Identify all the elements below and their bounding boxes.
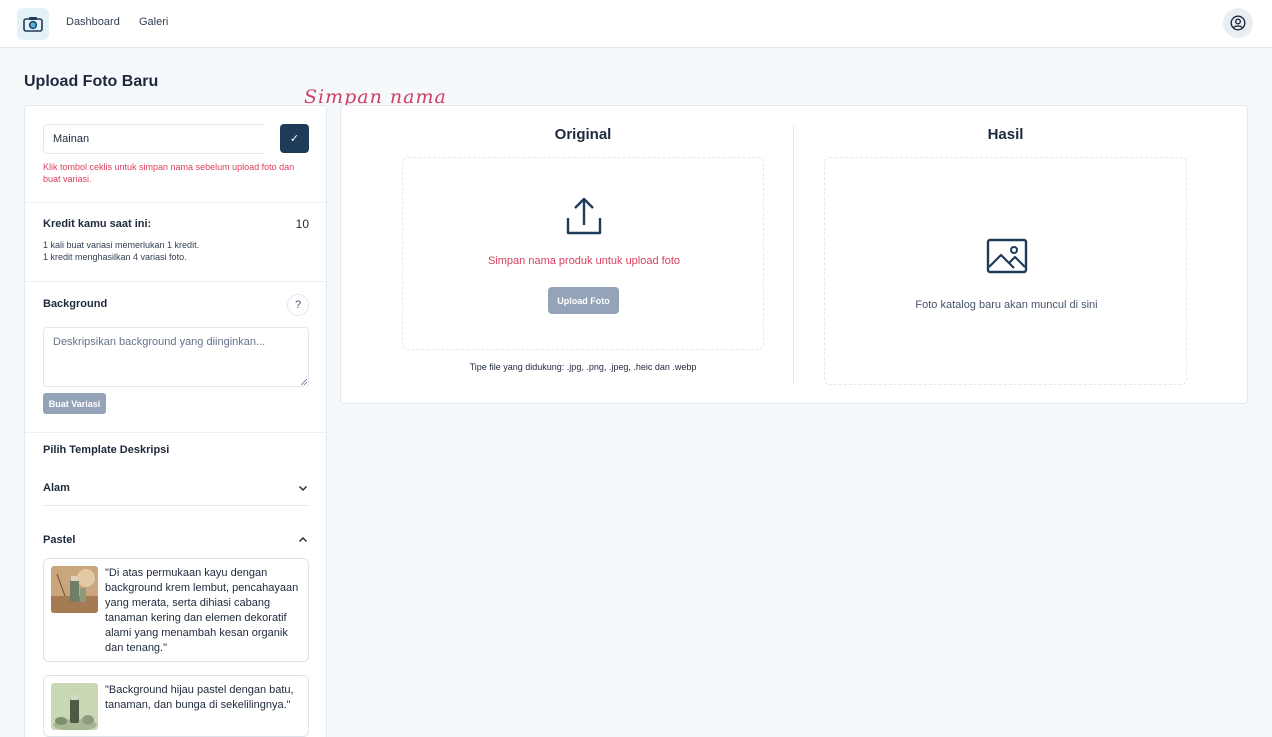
save-name-button[interactable]: ✓ bbox=[280, 124, 309, 153]
check-icon: ✓ bbox=[289, 133, 300, 145]
upload-panel: Original Hasil Simpan nama produk untuk … bbox=[340, 105, 1248, 404]
page-title: Upload Foto Baru bbox=[24, 73, 159, 90]
upload-message: Simpan nama produk untuk upload foto bbox=[487, 255, 681, 267]
template-thumbnail bbox=[51, 683, 98, 730]
result-message: Foto katalog baru akan muncul di sini bbox=[915, 299, 1098, 311]
credit-note-line: 1 kredit menghasilkan 4 variasi foto. bbox=[43, 252, 187, 262]
result-placeholder: Foto katalog baru akan muncul di sini bbox=[824, 157, 1187, 385]
image-icon bbox=[986, 238, 1028, 274]
supported-filetypes: Tipe file yang didukung: .jpg, .png, .jp… bbox=[469, 362, 697, 372]
accordion-label: Pastel bbox=[43, 534, 76, 546]
template-section-label: Pilih Template Deskripsi bbox=[43, 444, 170, 456]
template-description: "Di atas permukaan kayu dengan backgroun… bbox=[105, 567, 299, 654]
resize-grip-icon[interactable] bbox=[301, 379, 307, 385]
upload-dropzone[interactable]: Simpan nama produk untuk upload foto Upl… bbox=[402, 157, 764, 350]
help-icon[interactable]: ? bbox=[287, 294, 309, 316]
top-navbar: Dashboard Galeri bbox=[0, 0, 1272, 48]
user-circle-icon[interactable] bbox=[1223, 8, 1253, 38]
credit-value: 10 bbox=[295, 217, 309, 231]
credit-note-line: 1 kali buat variasi memerlukan 1 kredit. bbox=[43, 240, 200, 250]
create-variation-button[interactable]: Buat Variasi bbox=[43, 393, 106, 414]
result-title: Hasil bbox=[987, 126, 1024, 143]
credit-note: 1 kali buat variasi memerlukan 1 kredit.… bbox=[43, 239, 199, 263]
template-description: "Background hijau pastel dengan batu, ta… bbox=[105, 684, 294, 711]
left-panel: ✓ Klik tombol ceklis untuk simpan nama s… bbox=[24, 105, 327, 737]
background-label: Background bbox=[43, 298, 108, 310]
column-divider bbox=[793, 125, 794, 385]
product-name-section: ✓ Klik tombol ceklis untuk simpan nama s… bbox=[25, 106, 326, 203]
chevron-up-icon bbox=[299, 537, 307, 542]
nav-galeri[interactable]: Galeri bbox=[139, 16, 168, 28]
template-card[interactable]: "Di atas permukaan kayu dengan backgroun… bbox=[43, 558, 309, 662]
background-description-input[interactable] bbox=[43, 327, 309, 387]
accordion-alam[interactable]: Alam bbox=[43, 478, 309, 502]
accordion-label: Alam bbox=[43, 482, 70, 494]
upload-icon bbox=[566, 197, 602, 235]
divider bbox=[43, 505, 309, 506]
upload-photo-button[interactable]: Upload Foto bbox=[548, 287, 619, 314]
original-title: Original bbox=[554, 126, 612, 143]
product-name-input[interactable] bbox=[43, 124, 265, 154]
template-card[interactable]: "Background hijau pastel dengan batu, ta… bbox=[43, 675, 309, 737]
template-thumbnail bbox=[51, 566, 98, 613]
camera-icon[interactable] bbox=[17, 8, 49, 40]
nav-dashboard[interactable]: Dashboard bbox=[66, 16, 120, 28]
save-name-hint: Klik tombol ceklis untuk simpan nama seb… bbox=[43, 162, 295, 184]
credit-label: Kredit kamu saat ini: bbox=[43, 218, 152, 230]
chevron-down-icon bbox=[299, 486, 307, 491]
accordion-pastel[interactable]: Pastel bbox=[43, 530, 309, 554]
